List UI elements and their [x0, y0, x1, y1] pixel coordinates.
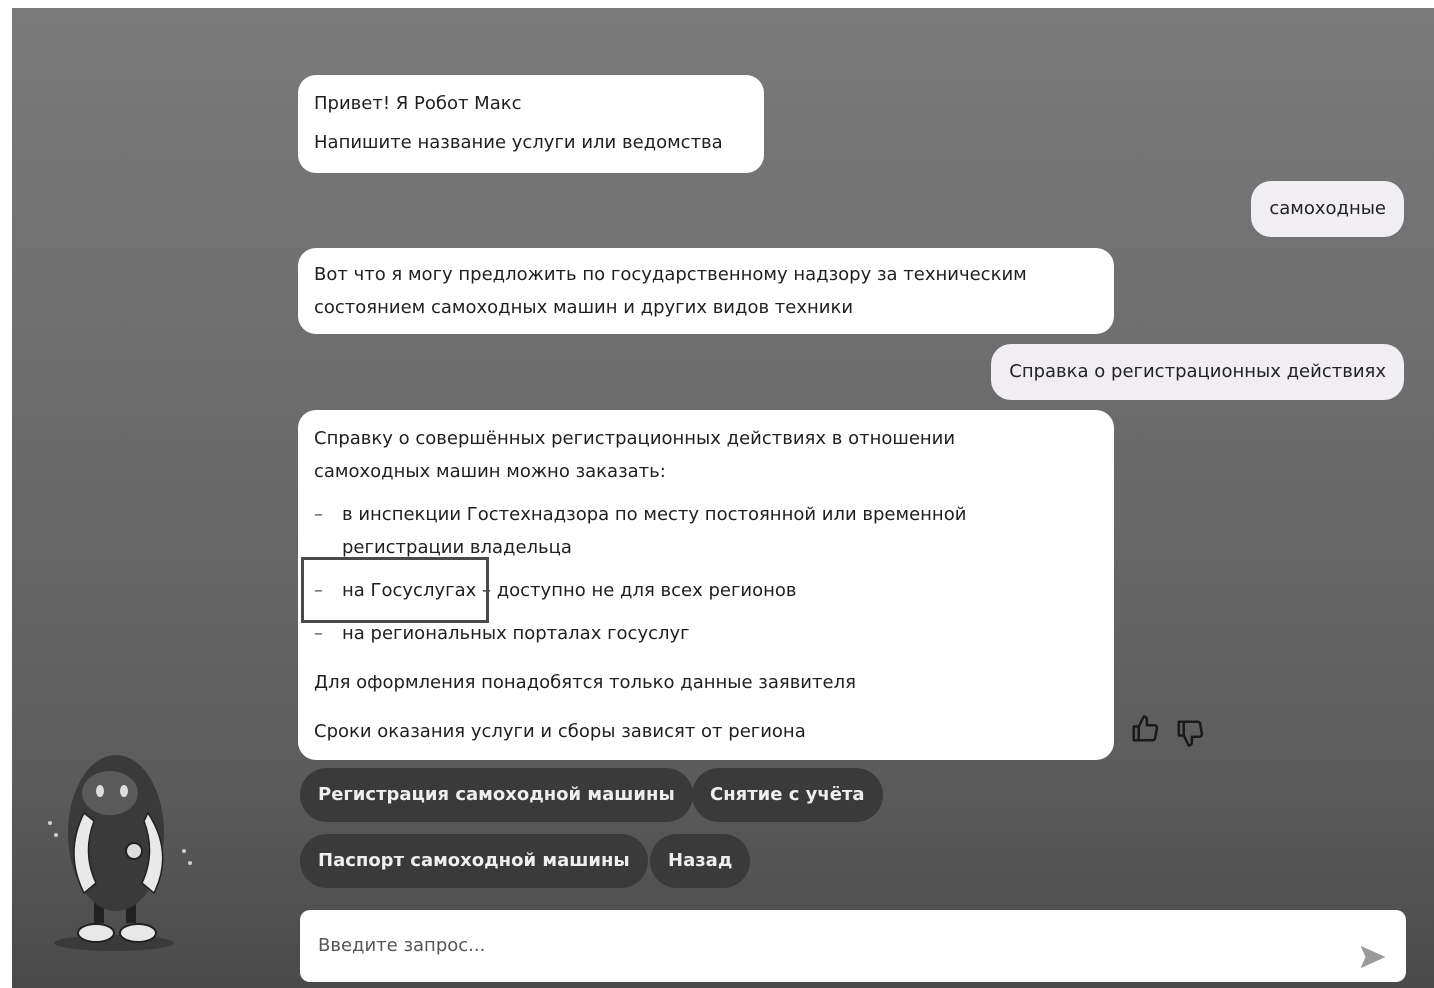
message-text: Сроки оказания услуги и сборы зависят от… [314, 721, 806, 742]
list-item: – на Госуслугах – доступно не для всех р… [314, 574, 1098, 607]
list-item-text: регистрации владельца [342, 537, 572, 558]
list-item: – на региональных порталах госуслуг [314, 617, 1098, 650]
list-dash: – [314, 623, 323, 644]
input-placeholder: Введите запрос... [318, 935, 486, 956]
bot-message-greeting: Привет! Я Робот Макс Напишите название у… [298, 75, 764, 173]
quick-reply-button[interactable]: Регистрация самоходной машины [300, 768, 693, 822]
thumbs-down-icon[interactable] [1175, 718, 1205, 752]
chat-window: Привет! Я Робот Макс Напишите название у… [12, 8, 1434, 988]
message-text: Вот что я могу предложить по государстве… [314, 264, 1027, 285]
list-item-text: на региональных порталах госуслуг [342, 623, 690, 644]
quick-reply-button[interactable]: Паспорт самоходной машины [300, 834, 648, 888]
list-item-text: на Госуслугах – доступно не для всех рег… [342, 580, 797, 601]
message-text: самоходных машин можно заказать: [314, 461, 666, 482]
message-text: Привет! Я Робот Макс [314, 93, 522, 114]
thumbs-up-icon[interactable] [1130, 714, 1160, 748]
list-dash: – [314, 580, 323, 601]
bot-message: Вот что я могу предложить по государстве… [298, 248, 1114, 334]
list-item-text: в инспекции Гостехнадзора по месту посто… [342, 504, 967, 525]
message-text: состоянием самоходных машин и других вид… [314, 297, 854, 318]
message-text: Для оформления понадобятся только данные… [314, 672, 856, 693]
list-item: – в инспекции Гостехнадзора по месту пос… [314, 498, 1098, 564]
message-text: Справку о совершённых регистрационных де… [314, 428, 956, 449]
list-dash: – [314, 504, 323, 525]
robot-avatar-icon [34, 743, 204, 957]
quick-reply-button[interactable]: Назад [650, 834, 751, 888]
user-message: самоходные [1251, 181, 1404, 237]
message-text: Напишите название услуги или ведомства [314, 132, 723, 153]
query-input[interactable]: Введите запрос... [300, 910, 1406, 982]
send-arrow-icon[interactable] [1356, 931, 1390, 988]
quick-reply-button[interactable]: Снятие с учёта [692, 768, 883, 822]
bot-message-answer: Справку о совершённых регистрационных де… [298, 410, 1114, 760]
user-message: Справка о регистрационных действиях [991, 344, 1404, 400]
